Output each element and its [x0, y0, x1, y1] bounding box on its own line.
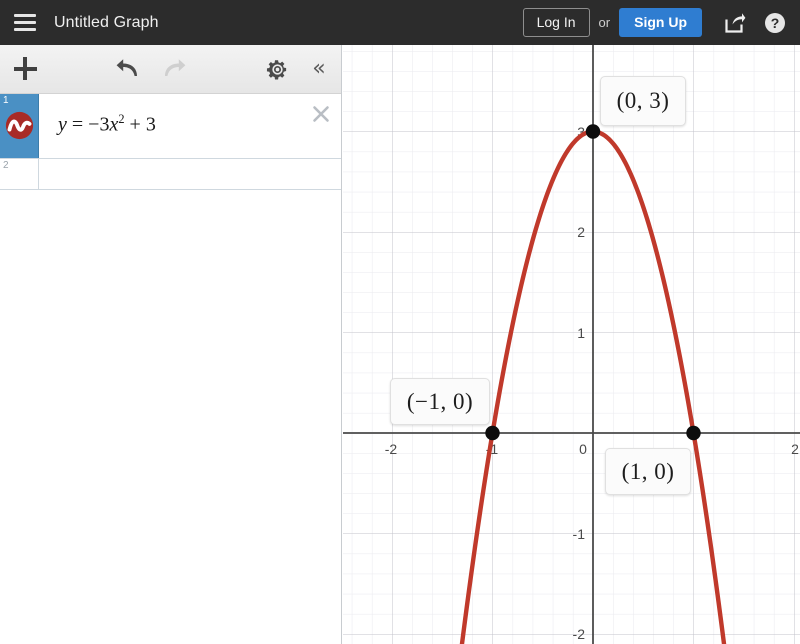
- row-number: 1: [3, 95, 9, 106]
- expression-eq-sign: =: [71, 113, 84, 136]
- desmos-app: Untitled Graph Log In or Sign Up ? « 1 y…: [0, 0, 800, 644]
- point-vertex: [585, 124, 601, 139]
- add-expression-button[interactable]: [4, 45, 46, 93]
- sign-up-button[interactable]: Sign Up: [619, 8, 702, 37]
- y-tick-label: 2: [577, 224, 585, 240]
- x-tick-label: 0: [579, 441, 587, 457]
- expression-input-row-1[interactable]: y = −3x2 + 3: [39, 94, 341, 158]
- gear-icon: [266, 59, 286, 79]
- row-index-cell[interactable]: 2: [0, 159, 39, 189]
- curve-badge-icon[interactable]: [5, 111, 34, 140]
- expression-lhs: y: [58, 113, 67, 136]
- settings-gear-button[interactable]: [256, 45, 298, 93]
- x-tick-label: -2: [385, 441, 398, 457]
- question-mark-icon[interactable]: ?: [764, 12, 786, 34]
- y-tick-label: 1: [577, 325, 585, 341]
- close-x-icon[interactable]: [311, 104, 331, 124]
- log-in-button[interactable]: Log In: [522, 8, 590, 37]
- major-gridlines: [343, 45, 800, 644]
- page-title[interactable]: Untitled Graph: [54, 14, 159, 32]
- svg-text:?: ?: [771, 15, 780, 31]
- expression-rows: 1 y = −3x2 + 3 2: [0, 94, 341, 190]
- expression-input-row-2[interactable]: [39, 159, 341, 189]
- expression-tail: + 3: [129, 113, 156, 136]
- point-label-root-right[interactable]: (1, 0): [605, 448, 691, 495]
- hamburger-menu-icon[interactable]: [14, 14, 36, 31]
- graph-canvas[interactable]: -2 -1 0 2 3 2 1 -1 -2 (0, 3) (−1, 0) (1,…: [343, 45, 800, 644]
- point-root-left: [485, 425, 500, 441]
- graph-plot[interactable]: -2 -1 0 2 3 2 1 -1 -2: [343, 45, 800, 644]
- undo-button[interactable]: [108, 45, 150, 93]
- point-label-vertex[interactable]: (0, 3): [600, 76, 686, 126]
- point-root-right: [686, 425, 701, 441]
- top-header-bar: Untitled Graph Log In or Sign Up ?: [0, 0, 800, 45]
- redo-arrow-icon: [165, 59, 186, 76]
- or-label: or: [598, 15, 611, 30]
- point-label-root-left[interactable]: (−1, 0): [390, 378, 490, 425]
- header-actions: Log In or Sign Up ?: [522, 8, 788, 37]
- expression-text[interactable]: y = −3x2 + 3: [58, 112, 156, 137]
- plus-icon-vertical: [23, 57, 27, 80]
- collapse-panel-button[interactable]: «: [298, 45, 340, 93]
- undo-arrow-icon: [116, 59, 137, 76]
- x-tick-label: 2: [791, 441, 799, 457]
- expression-toolbar: «: [0, 45, 341, 94]
- share-icon[interactable]: [724, 12, 746, 34]
- expression-panel: « 1 y = −3x2 + 3 2: [0, 45, 342, 644]
- row-index-cell[interactable]: 1: [0, 94, 39, 158]
- y-tick-label: -1: [573, 526, 586, 542]
- expression-row-2[interactable]: 2: [0, 159, 341, 190]
- expression-variable: x: [109, 113, 119, 136]
- row-number: 2: [3, 160, 9, 171]
- y-tick-label: -2: [573, 626, 586, 642]
- expression-row-1[interactable]: 1 y = −3x2 + 3: [0, 94, 341, 159]
- redo-button[interactable]: [152, 45, 194, 93]
- expression-coefficient: −3: [88, 113, 110, 136]
